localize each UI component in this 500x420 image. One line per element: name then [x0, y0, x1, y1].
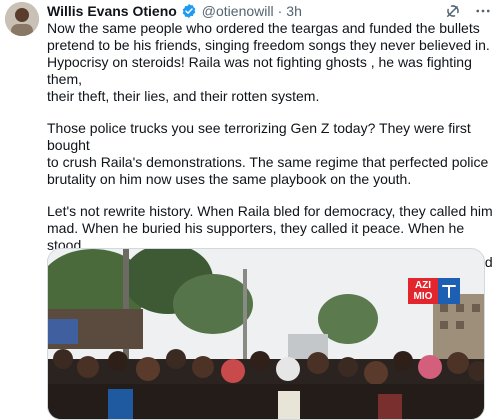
watermark-logo-icon: [438, 278, 460, 304]
more-options-icon[interactable]: [474, 2, 492, 20]
tweet-paragraph: Those police trucks you see terrorizing …: [47, 120, 489, 187]
protest-crowd-photo: [48, 249, 484, 419]
tweet[interactable]: Willis Evans Otieno @otienowill · 3h Now…: [0, 0, 500, 420]
tweet-media-image[interactable]: AZI MIO: [47, 248, 485, 420]
azimio-watermark: AZI MIO: [408, 278, 460, 304]
verified-badge-icon[interactable]: [181, 3, 197, 19]
tweet-header: Willis Evans Otieno @otienowill · 3h: [47, 2, 492, 20]
header-actions: [444, 2, 492, 20]
separator-dot: ·: [277, 3, 283, 19]
timestamp[interactable]: 3h: [286, 2, 302, 20]
avatar[interactable]: [5, 2, 39, 36]
tweet-paragraph: Now the same people who ordered the tear…: [47, 20, 490, 104]
avatar-image: [5, 2, 39, 36]
author-handle[interactable]: @otienowill: [202, 2, 274, 20]
grok-icon[interactable]: [444, 2, 462, 20]
watermark-text: AZI MIO: [408, 278, 438, 304]
author-name[interactable]: Willis Evans Otieno: [47, 2, 177, 20]
